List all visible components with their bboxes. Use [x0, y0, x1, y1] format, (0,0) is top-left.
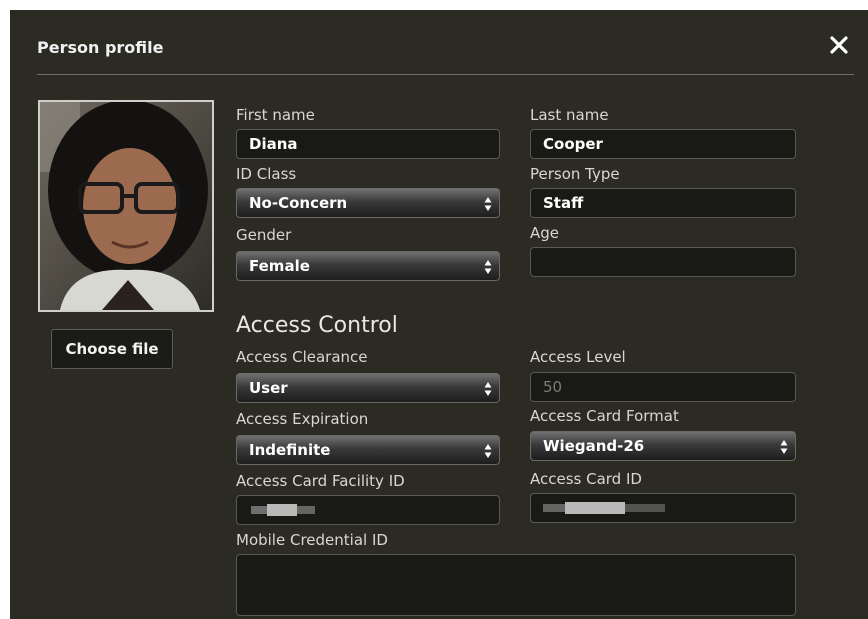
access-expiration-select[interactable]: Indefinite [236, 435, 500, 465]
access-clearance-value: User [249, 379, 288, 397]
access-level-label: Access Level [530, 348, 626, 366]
select-arrows-icon [484, 197, 492, 211]
select-arrows-icon [484, 260, 492, 274]
gender-select[interactable]: Female [236, 251, 500, 281]
redacted-value [543, 502, 665, 514]
choose-file-button[interactable]: Choose file [51, 329, 173, 369]
close-icon[interactable] [826, 32, 852, 58]
access-card-format-select[interactable]: Wiegand-26 [530, 431, 796, 461]
access-card-format-label: Access Card Format [530, 407, 679, 425]
gender-label: Gender [236, 226, 292, 244]
access-level-field[interactable]: 50 [530, 372, 796, 402]
access-expiration-label: Access Expiration [236, 410, 369, 428]
access-card-facility-id-label: Access Card Facility ID [236, 472, 405, 490]
select-arrows-icon [484, 444, 492, 458]
person-type-field[interactable]: Staff [530, 188, 796, 218]
id-class-value: No-Concern [249, 194, 348, 212]
redacted-value [251, 504, 315, 516]
first-name-field[interactable]: Diana [236, 129, 500, 159]
title-divider [37, 74, 854, 75]
access-card-id-field[interactable] [530, 493, 796, 523]
person-type-label: Person Type [530, 165, 620, 183]
last-name-field[interactable]: Cooper [530, 129, 796, 159]
mobile-credential-id-label: Mobile Credential ID [236, 531, 388, 549]
last-name-label: Last name [530, 106, 609, 124]
age-field[interactable] [530, 247, 796, 277]
first-name-label: First name [236, 106, 315, 124]
mobile-credential-id-field[interactable] [236, 554, 796, 616]
person-profile-dialog: Person profile Choose file First name Di… [10, 10, 868, 619]
access-clearance-label: Access Clearance [236, 348, 368, 366]
access-card-format-value: Wiegand-26 [543, 437, 645, 455]
access-card-facility-id-field[interactable] [236, 495, 500, 525]
id-class-label: ID Class [236, 165, 297, 183]
age-label: Age [530, 224, 560, 242]
access-clearance-select[interactable]: User [236, 373, 500, 403]
select-arrows-icon [780, 440, 788, 454]
gender-value: Female [249, 257, 310, 275]
select-arrows-icon [484, 382, 492, 396]
id-class-select[interactable]: No-Concern [236, 188, 500, 218]
access-expiration-value: Indefinite [249, 441, 331, 459]
access-card-id-label: Access Card ID [530, 470, 642, 488]
dialog-title: Person profile [37, 38, 164, 57]
access-control-heading: Access Control [236, 313, 398, 338]
person-photo [38, 100, 214, 312]
